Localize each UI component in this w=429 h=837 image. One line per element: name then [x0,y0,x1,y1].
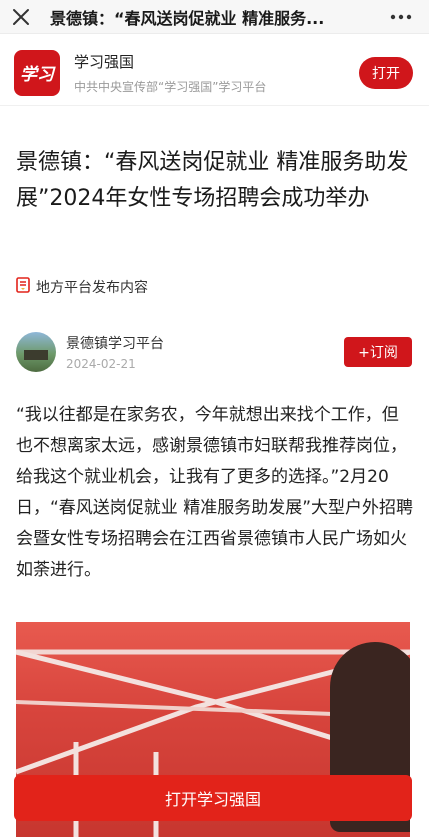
close-icon[interactable] [4,0,38,34]
page-title: 景德镇：“春风送岗促就业 精准服务... [50,8,325,28]
source-label: 地方平台发布内容 [36,280,148,296]
app-subtitle: 中共中央宣传部“学习强国”学习平台 [74,79,267,94]
publish-date: 2024-02-21 [66,357,136,371]
source-tag: 地方平台发布内容 [16,277,148,297]
app-logo: 学习 [14,49,60,96]
article-headline: 景德镇：“春风送岗促就业 精准服务助发展”2024年女性专场招聘会成功举办 [16,150,409,211]
open-app-button[interactable]: 打开 [359,56,413,89]
subscribe-button[interactable]: +订阅 [344,337,412,367]
app-info: 学习强国 中共中央宣传部“学习强国”学习平台 [74,51,359,95]
author-row: 景德镇学习平台 2024-02-21 +订阅 [16,330,412,374]
browser-topbar: 景德镇：“春风送岗促就业 精准服务... [0,0,429,34]
open-xuexi-button[interactable]: 打开学习强国 [14,775,412,821]
author-info: 景德镇学习平台 2024-02-21 [66,333,344,371]
app-name: 学习强国 [74,52,135,71]
more-icon[interactable] [381,0,421,34]
app-logo-text: 学习 [20,65,54,85]
article-body: “我以往都是在家务农，今年就想出来找个工作，但也不想离家太远，感谢景德镇市妇联帮… [16,405,414,580]
avatar[interactable] [16,332,56,372]
app-banner: 学习 学习强国 中共中央宣传部“学习强国”学习平台 打开 [0,40,429,106]
author-name[interactable]: 景德镇学习平台 [66,333,344,353]
bookmark-icon [16,277,30,297]
